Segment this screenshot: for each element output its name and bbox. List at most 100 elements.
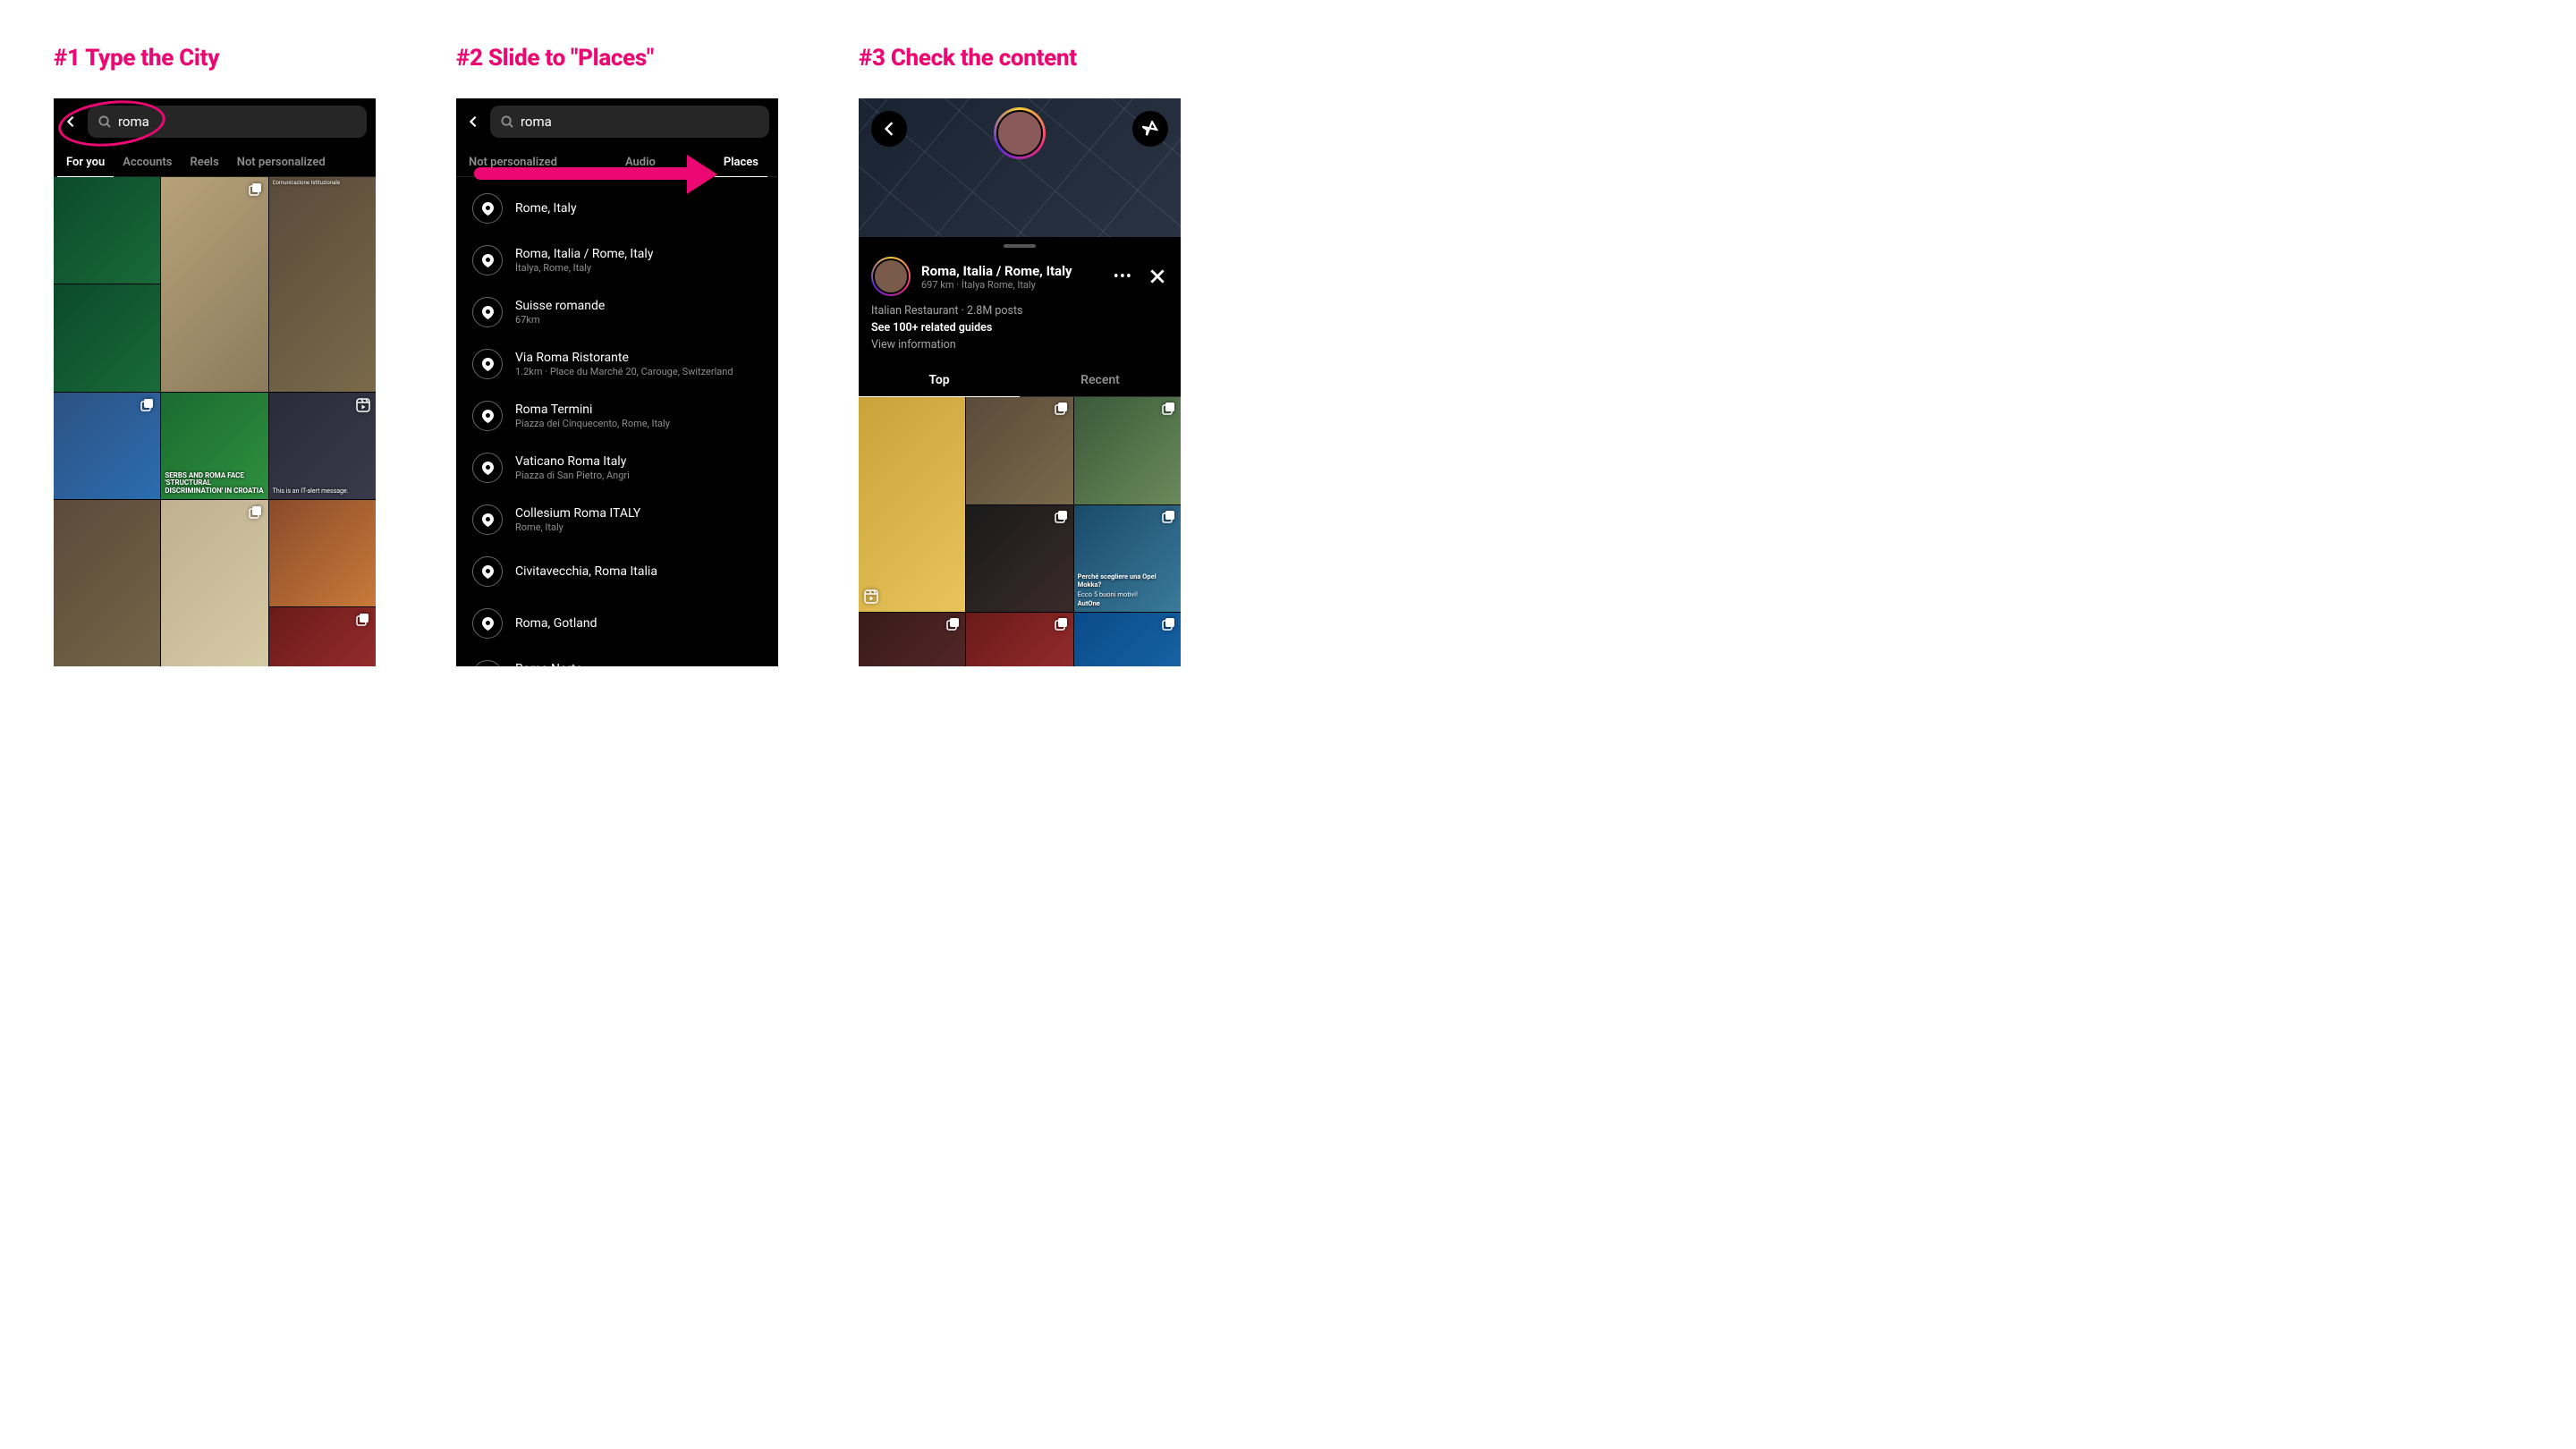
grid-cell[interactable]: Comunicazione Istituzionale: [269, 177, 376, 392]
tab-top[interactable]: Top: [859, 364, 1020, 397]
phone-screen-1: roma For you Accounts Reels Not personal…: [54, 98, 376, 666]
carousel-icon: [1055, 617, 1069, 634]
grid-cell[interactable]: Perché scegliere una Opel Mokka? Ecco 5 …: [1074, 505, 1181, 612]
grid-cell[interactable]: Scegli l'eccellenza, scegli la Mercedes …: [859, 613, 965, 666]
carousel-icon: [1162, 402, 1176, 419]
carousel-icon: [1055, 402, 1069, 419]
grid-cell[interactable]: Una compagna di viaggio compatta e comod…: [966, 613, 1072, 666]
carousel-icon: [1162, 510, 1176, 527]
tab-not-personalized[interactable]: Not personalized: [460, 156, 566, 176]
carousel-icon: [1162, 617, 1176, 634]
tab-not-personalized[interactable]: Not personalized: [228, 156, 335, 176]
tab-audio[interactable]: Audio: [616, 156, 665, 176]
back-button[interactable]: [63, 114, 79, 130]
phone-screen-2: roma Not personalized Audio Places Rome,…: [456, 98, 778, 666]
drag-handle[interactable]: [1004, 244, 1036, 248]
place-row[interactable]: Vaticano Roma ItalyPiazza di San Pietro,…: [456, 442, 778, 494]
cell-caption: AutOne: [1078, 600, 1177, 608]
place-row[interactable]: Rome, Italy: [456, 182, 778, 234]
place-row[interactable]: Roma, Italia / Rome, Italyİtalya, Rome, …: [456, 234, 778, 286]
search-icon: [98, 115, 111, 128]
grid-cell[interactable]: [269, 607, 376, 666]
location-pin-icon: [472, 504, 503, 535]
location-subtitle: 697 km · İtalya Rome, Italy: [921, 279, 1099, 291]
step-1-title: #1 Type the City: [54, 45, 376, 72]
view-information-link[interactable]: View information: [871, 337, 1168, 354]
cell-caption: Perché scegliere una Opel Mokka?: [1078, 573, 1177, 589]
grid-cell[interactable]: [54, 284, 160, 391]
search-icon: [501, 115, 513, 128]
reel-icon: [356, 398, 370, 412]
tab-accounts[interactable]: Accounts: [114, 156, 181, 176]
grid-cell[interactable]: [1074, 397, 1181, 504]
search-input[interactable]: roma: [88, 106, 367, 138]
search-query: roma: [118, 114, 149, 130]
grid-cell[interactable]: [161, 177, 267, 392]
step-2-title: #2 Slide to "Places": [456, 45, 778, 72]
location-title: Roma, Italia / Rome, Italy: [921, 263, 1099, 279]
place-row[interactable]: Civitavecchia, Roma Italia: [456, 546, 778, 597]
grid-cell[interactable]: [859, 397, 965, 612]
back-button[interactable]: [465, 114, 481, 130]
location-header: Roma, Italia / Rome, Italy 697 km · İtal…: [859, 257, 1181, 303]
tutorial-row: #1 Type the City roma For you Accounts R…: [54, 45, 1234, 666]
location-pin-icon: [472, 660, 503, 666]
search-query: roma: [521, 114, 552, 130]
location-sheet: Roma, Italia / Rome, Italy 697 km · İtal…: [859, 244, 1181, 666]
grid-cell[interactable]: [54, 177, 160, 284]
grid-cell[interactable]: SERBS AND ROMA FACE 'STRUCTURAL DISCRIMI…: [161, 393, 267, 499]
grid-cell[interactable]: Scopri l'iconica city car per i tuoi spo…: [1074, 613, 1181, 666]
map-area[interactable]: [859, 98, 1181, 237]
carousel-icon: [249, 505, 263, 520]
search-input[interactable]: roma: [490, 106, 769, 138]
cell-caption: SERBS AND ROMA FACE 'STRUCTURAL DISCRIMI…: [165, 472, 264, 496]
place-row[interactable]: Suisse romande67km: [456, 286, 778, 338]
tab-reels[interactable]: Reels: [181, 156, 227, 176]
cell-caption: Comunicazione Istituzionale: [273, 181, 340, 187]
carousel-icon: [946, 617, 961, 634]
location-pin-icon: [472, 297, 503, 327]
location-pin-icon: [472, 193, 503, 224]
cell-caption: Ecco 5 buoni motivi!: [1078, 591, 1177, 599]
location-category: Italian Restaurant · 2.8M posts: [871, 303, 1168, 320]
grid-cell[interactable]: [269, 500, 376, 606]
step-2-column: #2 Slide to "Places" roma Not personaliz…: [456, 45, 778, 666]
search-tabs: For you Accounts Reels Not personalized: [54, 145, 376, 177]
place-row[interactable]: Roma, Gotland: [456, 597, 778, 649]
search-tabs: Not personalized Audio Places: [456, 145, 778, 177]
location-pin-icon: [472, 349, 503, 379]
cell-caption: This is an IT-alert message.: [273, 488, 349, 496]
more-button[interactable]: •••: [1110, 267, 1136, 286]
carousel-icon: [249, 182, 263, 197]
search-topbar: roma: [54, 98, 376, 145]
locate-button[interactable]: [1132, 111, 1168, 147]
close-button[interactable]: [1147, 266, 1168, 287]
back-button[interactable]: [871, 111, 907, 147]
location-avatar[interactable]: [871, 257, 911, 296]
location-pin-icon: [472, 608, 503, 639]
carousel-icon: [140, 398, 155, 412]
grid-cell[interactable]: [966, 505, 1072, 612]
related-guides-link[interactable]: See 100+ related guides: [871, 320, 1168, 337]
place-row[interactable]: Roma TerminiPiazza dei Cinquecento, Rome…: [456, 390, 778, 442]
location-pin-icon: [472, 556, 503, 587]
content-tabs: Top Recent: [859, 364, 1181, 397]
grid-cell[interactable]: This is an IT-alert message.: [269, 393, 376, 499]
tab-places[interactable]: Places: [715, 156, 767, 177]
step-1-column: #1 Type the City roma For you Accounts R…: [54, 45, 376, 666]
location-pin-icon: [472, 245, 503, 275]
grid-cell[interactable]: [54, 500, 160, 666]
location-story-avatar[interactable]: [994, 107, 1046, 159]
grid-cell[interactable]: [54, 393, 160, 499]
location-grid: Perché scegliere una Opel Mokka? Ecco 5 …: [859, 397, 1181, 666]
explore-grid: Comunicazione Istituzionale SERBS AND RO…: [54, 177, 376, 666]
grid-cell[interactable]: [966, 397, 1072, 504]
place-row[interactable]: Roma NorteRoma Norte: [456, 649, 778, 666]
phone-screen-3: Roma, Italia / Rome, Italy 697 km · İtal…: [859, 98, 1181, 666]
tab-for-you[interactable]: For you: [57, 156, 114, 177]
place-row[interactable]: Via Roma Ristorante1.2km · Place du Marc…: [456, 338, 778, 390]
search-topbar: roma: [456, 98, 778, 145]
tab-recent[interactable]: Recent: [1020, 364, 1181, 397]
grid-cell[interactable]: [161, 500, 267, 666]
place-row[interactable]: Collesium Roma ITALYRome, Italy: [456, 494, 778, 546]
